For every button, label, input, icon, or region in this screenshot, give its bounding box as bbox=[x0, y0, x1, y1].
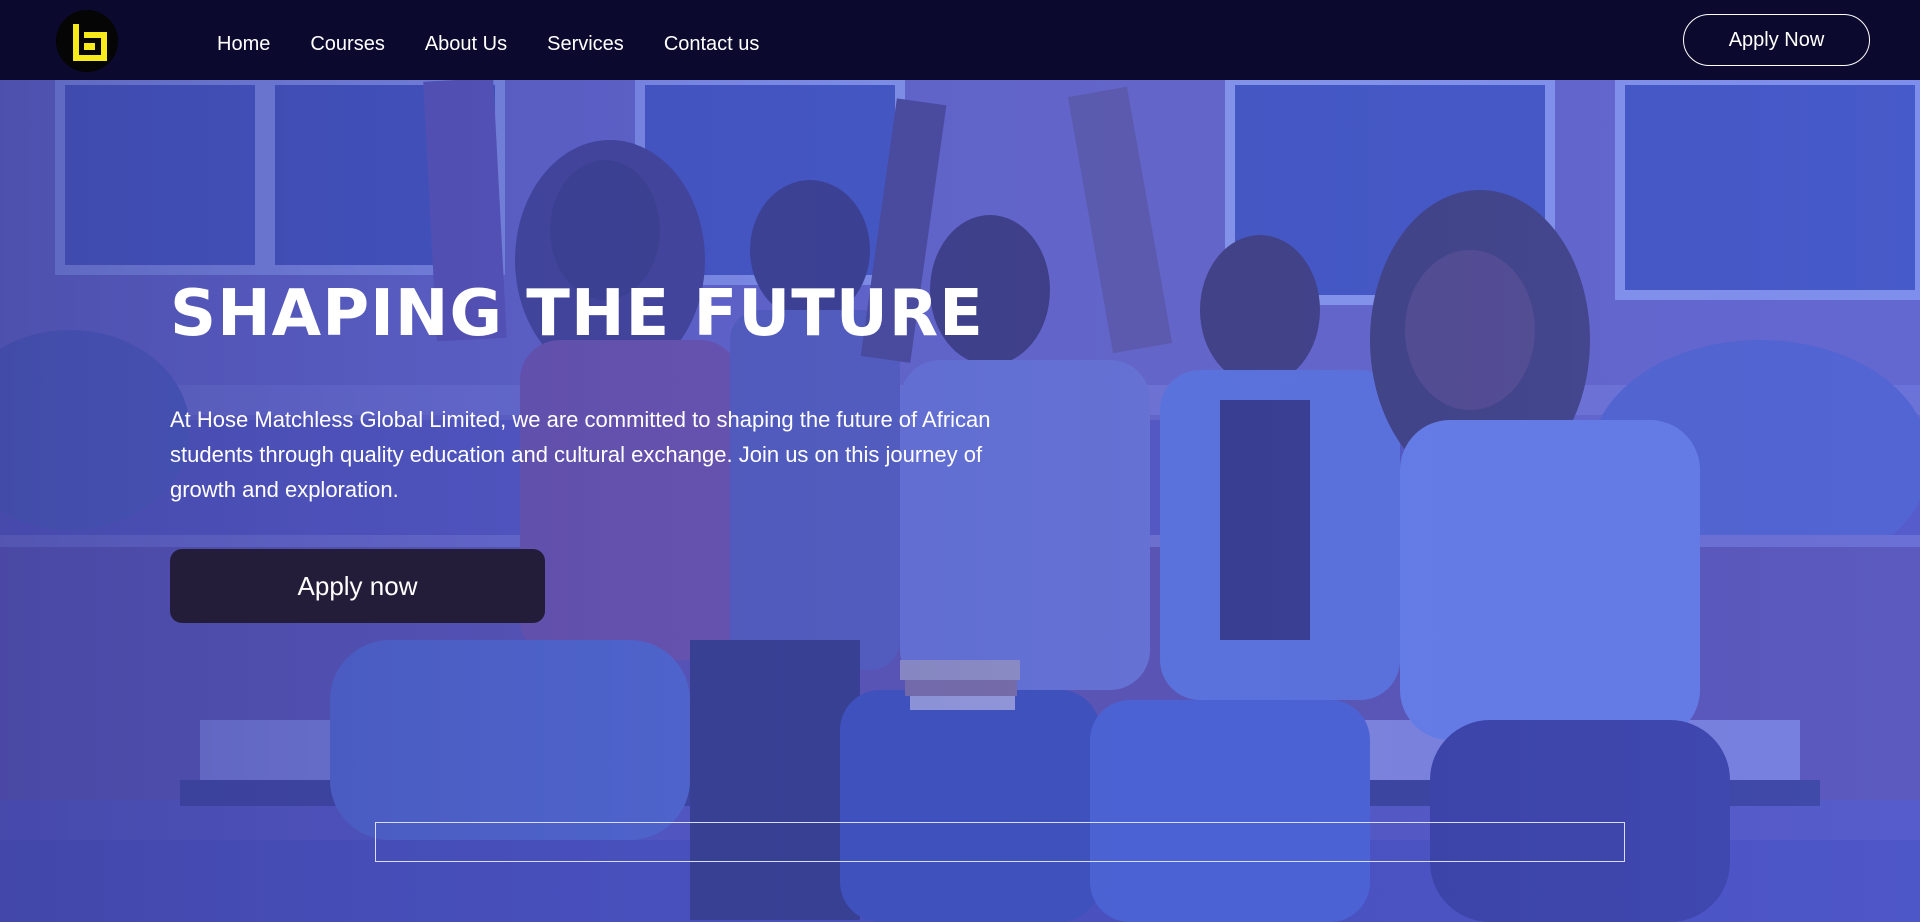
nav-courses[interactable]: Courses bbox=[310, 30, 384, 58]
nav-home[interactable]: Home bbox=[217, 30, 270, 58]
brand-logo[interactable] bbox=[56, 10, 118, 72]
nav-contact-us[interactable]: Contact us bbox=[664, 30, 760, 58]
main-nav: Home Courses About Us Services Contact u… bbox=[217, 30, 799, 58]
content-card-outline bbox=[375, 822, 1625, 862]
apply-now-hero-button[interactable]: Apply now bbox=[170, 549, 545, 623]
hero-description: At Hose Matchless Global Limited, we are… bbox=[170, 407, 991, 502]
top-navbar: Home Courses About Us Services Contact u… bbox=[0, 0, 1920, 80]
nav-about-us[interactable]: About Us bbox=[425, 30, 507, 58]
brand-logo-icon bbox=[56, 10, 118, 72]
nav-services[interactable]: Services bbox=[547, 30, 624, 58]
apply-now-nav-button[interactable]: Apply Now bbox=[1683, 14, 1870, 66]
hero-section: SHAPING THE FUTURE At Hose Matchless Glo… bbox=[0, 80, 1920, 922]
hero-title: SHAPING THE FUTURE bbox=[170, 277, 984, 351]
